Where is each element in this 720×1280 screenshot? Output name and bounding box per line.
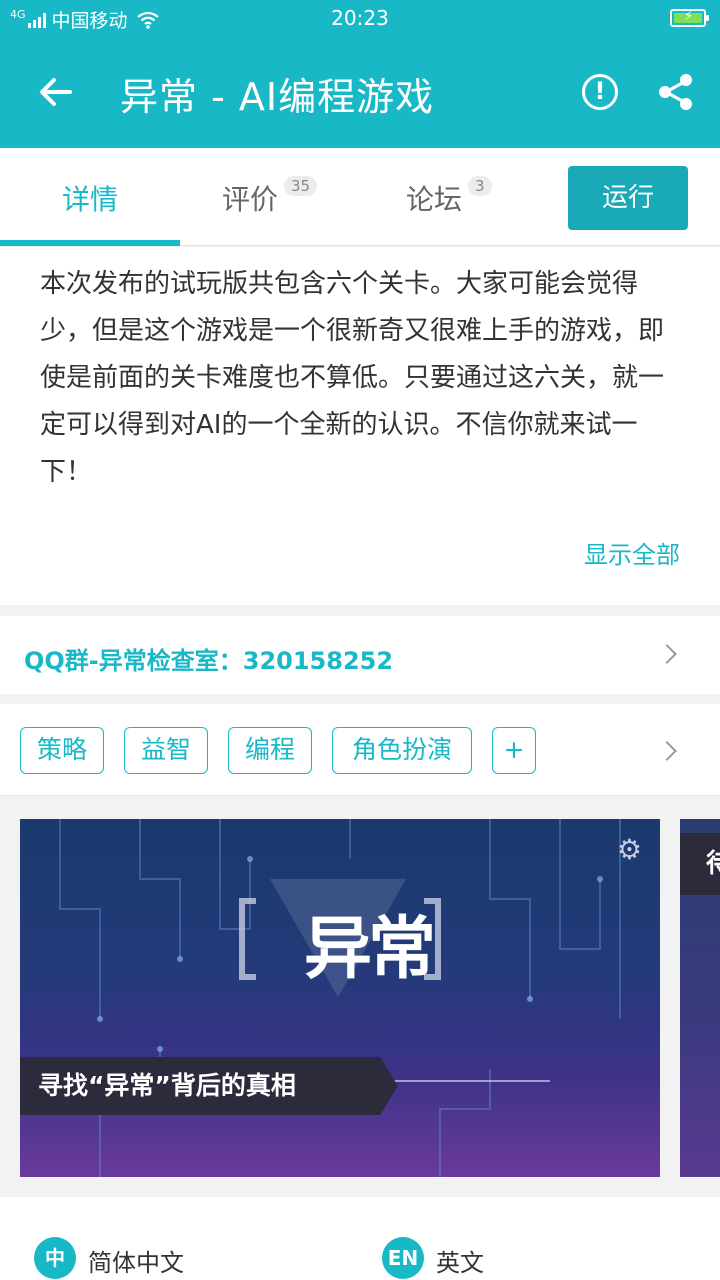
screenshot-2[interactable]: 待 xyxy=(680,819,720,1177)
battery-icon: ⚡ xyxy=(670,9,709,27)
chevron-right-icon xyxy=(657,644,677,664)
tab-forum-count: 3 xyxy=(468,176,492,196)
qq-group-row[interactable]: QQ群-异常检查室：320158252 xyxy=(0,616,720,694)
screenshot-2-banner: 待 xyxy=(680,833,720,895)
arrow-left-icon[interactable] xyxy=(36,72,76,112)
app-bar: 异常 - AI编程游戏 ! xyxy=(0,38,720,148)
screenshot-1[interactable]: ⚙ 异常 寻找“异常”背后的真相 xyxy=(20,819,660,1177)
status-time: 20:23 xyxy=(331,6,389,30)
tab-forum[interactable]: 论坛 3 xyxy=(406,176,492,218)
alert-circle-icon[interactable]: ! xyxy=(582,74,618,110)
tab-details-label: 详情 xyxy=(62,183,119,216)
tag-puzzle[interactable]: 益智 xyxy=(124,727,208,774)
tag-strategy[interactable]: 策略 xyxy=(20,727,104,774)
tag-roleplay[interactable]: 角色扮演 xyxy=(332,727,472,774)
share-icon[interactable] xyxy=(656,72,696,112)
game-logo-text: 异常 xyxy=(304,910,436,989)
circuit-pattern xyxy=(59,819,621,1177)
chinese-language-icon: 中 xyxy=(34,1237,76,1279)
tag-programming[interactable]: 编程 xyxy=(228,727,312,774)
tab-active-indicator xyxy=(0,240,180,246)
run-button[interactable]: 运行 xyxy=(568,166,688,230)
page-title: 异常 - AI编程游戏 xyxy=(120,75,435,119)
tab-forum-label: 论坛 xyxy=(406,183,463,216)
chevron-right-icon[interactable] xyxy=(657,741,677,761)
tab-reviews[interactable]: 评价 35 xyxy=(222,176,318,218)
tab-reviews-label: 评价 xyxy=(222,183,279,216)
tab-reviews-count: 35 xyxy=(284,176,318,196)
description-section: 本次发布的试玩版共包含六个关卡。大家可能会觉得少，但是这个游戏是一个很新奇又很难… xyxy=(0,247,720,605)
app-root: 4G 中国移动 20:23 ⚡ 异常 - AI编程游戏 ! 详情 评价 35 论… xyxy=(0,0,720,1280)
show-all-link[interactable]: 显示全部 xyxy=(584,535,680,570)
language-label-chinese: 简体中文 xyxy=(88,1249,184,1277)
tab-details[interactable]: 详情 xyxy=(62,178,118,218)
screenshot-gallery[interactable]: ⚙ 异常 寻找“异常”背后的真相 待 xyxy=(0,797,720,1197)
add-tag-button[interactable]: + xyxy=(492,727,536,774)
language-label-english: 英文 xyxy=(436,1249,484,1277)
qq-group-text: QQ群-异常检查室：320158252 xyxy=(24,647,394,675)
tab-bar: 详情 评价 35 论坛 3 运行 xyxy=(0,148,720,246)
gear-icon: ⚙ xyxy=(616,833,642,866)
english-language-icon: EN xyxy=(382,1237,424,1279)
language-row: 中 简体中文 EN 英文 xyxy=(0,1197,720,1280)
description-text: 本次发布的试玩版共包含六个关卡。大家可能会觉得少，但是这个游戏是一个很新奇又很难… xyxy=(40,269,665,487)
status-bar: 4G 中国移动 20:23 ⚡ xyxy=(0,0,720,38)
tag-row: 策略 益智 编程 角色扮演 + xyxy=(0,704,720,796)
screenshot-banner: 寻找“异常”背后的真相 xyxy=(20,1057,380,1115)
